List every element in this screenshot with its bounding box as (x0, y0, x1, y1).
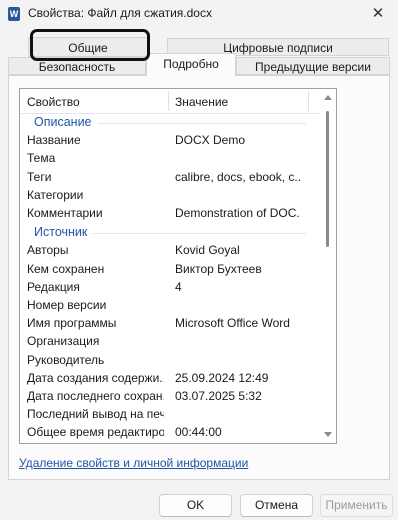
property-row[interactable]: Тема (20, 151, 320, 169)
property-value[interactable]: calibre, docs, ebook, c... (175, 170, 300, 184)
property-name: Кем сохранен (27, 261, 105, 276)
close-button[interactable]: ✕ (358, 0, 398, 28)
property-name: Категории (27, 187, 84, 202)
window-title: Свойства: Файл для сжатия.docx (28, 6, 212, 20)
property-name: Дата последнего сохран... (27, 389, 164, 403)
group-label: Источник (34, 225, 88, 240)
property-row[interactable]: Название DOCX Demo (20, 133, 320, 151)
property-name: Имя программы (27, 316, 117, 331)
property-row[interactable]: Номер версии (20, 298, 320, 316)
property-row[interactable]: Авторы Kovid Goyal (20, 243, 320, 261)
property-value[interactable]: 00:44:00 (175, 425, 300, 439)
property-value[interactable]: Microsoft Office Word (175, 316, 300, 330)
property-row[interactable]: Кем сохранен Виктор Бухтеев (20, 262, 320, 280)
property-row[interactable]: Дата последнего сохран... 03.07.2025 5:32 (20, 389, 320, 407)
group-label: Описание (34, 115, 92, 129)
property-row[interactable]: Категории (20, 188, 320, 206)
property-row[interactable]: Редакция 4 (20, 280, 320, 298)
close-icon: ✕ (371, 5, 385, 22)
group-divider-line (93, 233, 306, 235)
property-name: Руководитель (27, 352, 105, 367)
property-name: Дата создания содержи... (27, 370, 164, 385)
vertical-scrollbar[interactable] (322, 91, 334, 441)
property-name: Комментарии (27, 206, 103, 220)
list-header: Свойство Значение (20, 89, 320, 114)
property-row[interactable]: Организация (20, 334, 320, 352)
property-row[interactable]: Имя программы Microsoft Office Word (20, 316, 320, 334)
column-divider (168, 91, 169, 111)
properties-list[interactable]: Свойство Значение Описание Название DOCX D… (19, 88, 337, 444)
column-header-property[interactable]: Свойство (27, 95, 80, 109)
scroll-thumb[interactable] (326, 111, 329, 247)
property-name: Организация (27, 334, 100, 349)
column-header-value[interactable]: Значение (175, 95, 228, 109)
tab-previous-versions[interactable]: Предыдущие версии (236, 57, 390, 75)
scroll-up-icon[interactable] (324, 95, 332, 100)
property-name: Тема (27, 151, 56, 166)
apply-button[interactable]: Применить (320, 494, 393, 517)
group-divider-line (98, 123, 306, 124)
property-value[interactable]: 03.07.2025 5:32 (175, 389, 300, 403)
scroll-down-icon[interactable] (324, 432, 332, 437)
remove-properties-link[interactable]: Удаление свойств и личной информации (19, 456, 248, 470)
property-row[interactable]: Руководитель (20, 353, 320, 371)
property-name: Авторы (27, 243, 69, 258)
property-row[interactable]: Комментарии Demonstration of DOC... (20, 206, 320, 224)
property-row[interactable]: Последний вывод на печ... (20, 407, 320, 425)
property-name: Общее время редактиро... (27, 425, 164, 440)
property-row[interactable]: Дата создания содержи... 25.09.2024 12:49 (20, 371, 320, 389)
property-name: Теги (27, 169, 52, 184)
highlight-outline (30, 29, 150, 61)
cancel-button[interactable]: Отмена (240, 494, 313, 517)
property-value[interactable]: Виктор Бухтеев (175, 262, 300, 276)
column-divider (308, 91, 309, 111)
group-header: Описание (20, 115, 320, 133)
property-name: Название (27, 133, 81, 148)
property-row[interactable]: Общее время редактиро... 00:44:00 (20, 425, 320, 443)
tab-details[interactable]: Подробно (146, 53, 236, 76)
property-value[interactable]: Demonstration of DOC... (175, 206, 300, 220)
property-name: Номер версии (27, 298, 107, 312)
property-name: Редакция (27, 279, 80, 294)
group-header: Источник (20, 225, 320, 243)
property-value[interactable]: Kovid Goyal (175, 243, 300, 257)
property-value[interactable]: 4 (175, 280, 300, 294)
property-name: Последний вывод на печ... (27, 407, 164, 422)
property-row[interactable]: Теги calibre, docs, ebook, c... (20, 170, 320, 188)
word-document-icon: W (8, 7, 20, 21)
property-value[interactable]: 25.09.2024 12:49 (175, 371, 300, 385)
ok-button[interactable]: OK (159, 494, 232, 517)
property-value[interactable]: DOCX Demo (175, 133, 300, 147)
title-bar: W Свойства: Файл для сжатия.docx ✕ (0, 0, 398, 28)
